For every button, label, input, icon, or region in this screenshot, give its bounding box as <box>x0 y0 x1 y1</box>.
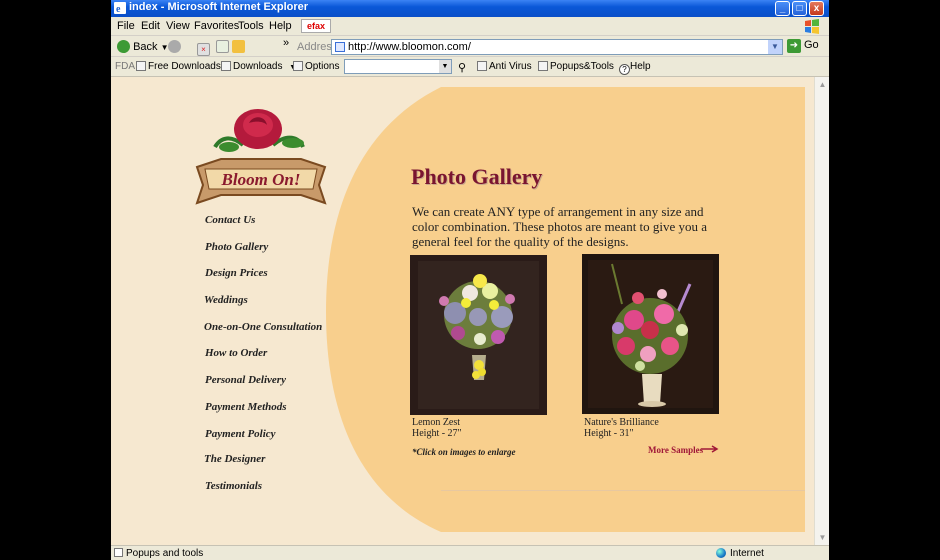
window-title: index - Microsoft Internet Explorer <box>129 1 309 13</box>
status-zone-text: Internet <box>730 548 764 559</box>
page-viewport: Bloom On! Contact Us Photo Gallery Desig… <box>111 77 814 545</box>
photo-height: Height - 27" <box>412 428 462 439</box>
nav-photo-gallery[interactable]: Photo Gallery <box>205 241 268 253</box>
photo-height: Height - 31" <box>584 428 634 439</box>
home-button[interactable] <box>232 40 245 53</box>
page-title: Photo Gallery <box>411 164 543 189</box>
globe-icon <box>716 548 726 558</box>
photo-name: Lemon Zest <box>412 417 461 428</box>
address-field[interactable]: http://www.bloomon.com/ ▼ <box>331 39 783 55</box>
free-downloads-icon <box>136 61 146 71</box>
help-button[interactable]: ? Help <box>619 61 651 75</box>
home-icon <box>232 40 245 53</box>
options-label: Options <box>305 61 340 72</box>
address-url: http://www.bloomon.com/ <box>348 41 471 53</box>
status-bar: Popups and tools Internet <box>111 545 829 560</box>
forward-button[interactable] <box>168 40 181 53</box>
help-label: Help <box>630 61 651 72</box>
popups-tools-icon <box>538 61 548 71</box>
photo-natures-brilliance[interactable] <box>582 254 719 414</box>
browser-window: e index - Microsoft Internet Explorer _ … <box>111 0 829 560</box>
divider <box>441 490 805 491</box>
stop-icon: × <box>197 43 210 56</box>
back-button[interactable]: Back ▼ <box>117 40 169 53</box>
vertical-scrollbar[interactable]: ▲ ▼ <box>814 77 829 545</box>
antivirus-button[interactable]: Anti Virus <box>477 61 532 72</box>
nav-the-designer[interactable]: The Designer <box>204 453 265 465</box>
go-arrow-icon: ➜ <box>787 39 801 53</box>
back-arrow-icon <box>117 40 130 53</box>
forward-arrow-icon <box>168 40 181 53</box>
refresh-icon <box>216 40 229 53</box>
click-to-enlarge-note: *Click on images to enlarge <box>412 447 516 457</box>
downloads-label: Downloads <box>233 61 283 72</box>
nav-weddings[interactable]: Weddings <box>204 294 248 306</box>
go-label: Go <box>804 39 819 51</box>
options-icon <box>293 61 303 71</box>
minimize-button[interactable]: _ <box>775 1 790 16</box>
magnifier-icon: ⚲ <box>458 62 467 74</box>
nav-consultation[interactable]: One-on-One Consultation <box>204 321 322 333</box>
popups-tools-button[interactable]: Popups&Tools ▼ <box>538 61 628 72</box>
free-downloads-label: Free Downloads <box>148 61 221 72</box>
photo-caption-lemon-zest: Lemon Zest Height - 27" <box>412 417 462 439</box>
popups-tools-label: Popups&Tools <box>550 61 614 72</box>
menu-file[interactable]: File <box>117 20 135 32</box>
refresh-button[interactable] <box>216 40 229 53</box>
menu-favorites[interactable]: Favorites <box>194 20 239 32</box>
nav-how-to-order[interactable]: How to Order <box>205 347 267 359</box>
title-bar: e index - Microsoft Internet Explorer _ … <box>111 0 829 17</box>
scroll-up-icon[interactable]: ▲ <box>815 77 830 92</box>
nav-design-prices[interactable]: Design Prices <box>205 267 268 279</box>
nav-payment-methods[interactable]: Payment Methods <box>205 401 287 413</box>
menu-view[interactable]: View <box>166 20 190 32</box>
ie-logo-icon: e <box>114 2 126 14</box>
logo-text: Bloom On! <box>221 170 301 189</box>
stop-button[interactable]: × <box>197 40 210 56</box>
status-left: Popups and tools <box>114 548 203 559</box>
nav-contact-us[interactable]: Contact Us <box>205 214 255 226</box>
search-button[interactable]: ⚲ <box>458 61 466 74</box>
menu-edit[interactable]: Edit <box>141 20 160 32</box>
nav-testimonials[interactable]: Testimonials <box>205 480 262 492</box>
status-zone: Internet <box>716 548 764 559</box>
close-button[interactable]: x <box>809 1 824 16</box>
address-toolbar: Back ▼ × » Address http://www.bloomon.co… <box>111 37 829 57</box>
antivirus-label: Anti Virus <box>489 61 532 72</box>
menu-tools[interactable]: Tools <box>238 20 264 32</box>
options-button[interactable]: Options <box>293 61 339 72</box>
bloom-on-logo: Bloom On! <box>195 109 327 205</box>
toolbar-chevron[interactable]: » <box>283 37 289 49</box>
intro-text: We can create ANY type of arrangement in… <box>412 204 708 249</box>
downloads-icon <box>221 61 231 71</box>
address-dropdown-icon[interactable]: ▼ <box>768 40 782 54</box>
photo-name: Nature's Brilliance <box>584 417 659 428</box>
efax-button[interactable]: efax <box>301 19 331 33</box>
more-samples-link[interactable]: More Samples <box>648 445 703 455</box>
photo-caption-natures-brilliance: Nature's Brilliance Height - 31" <box>584 417 659 439</box>
toolbar-search-dropdown-icon[interactable]: ▼ <box>439 60 451 73</box>
fda-label: FDA <box>115 61 135 72</box>
photo-lemon-zest[interactable] <box>410 255 547 415</box>
windows-logo-icon <box>805 19 819 34</box>
menu-help[interactable]: Help <box>269 20 292 32</box>
page-icon <box>335 42 345 52</box>
svg-text:e: e <box>116 4 121 14</box>
menu-bar: File Edit View Favorites Tools Help efax <box>111 17 829 36</box>
toolbar-search-input[interactable]: ▼ <box>344 59 452 74</box>
arrow-right-icon[interactable] <box>701 444 721 454</box>
nav-personal-delivery[interactable]: Personal Delivery <box>205 374 286 386</box>
free-downloads-button[interactable]: Free Downloads <box>136 61 221 72</box>
back-label: Back <box>133 41 158 53</box>
links-toolbar: FDA Free Downloads Downloads ▼ Options ▼… <box>111 58 829 77</box>
scroll-down-icon[interactable]: ▼ <box>815 530 830 545</box>
maximize-button[interactable]: □ <box>792 1 807 16</box>
help-icon: ? <box>619 64 630 75</box>
antivirus-icon <box>477 61 487 71</box>
go-button[interactable]: ➜ Go <box>787 39 819 53</box>
page-status-icon <box>114 548 123 557</box>
nav-payment-policy[interactable]: Payment Policy <box>205 428 276 440</box>
downloads-button[interactable]: Downloads ▼ <box>221 61 296 72</box>
status-left-text: Popups and tools <box>126 548 204 559</box>
